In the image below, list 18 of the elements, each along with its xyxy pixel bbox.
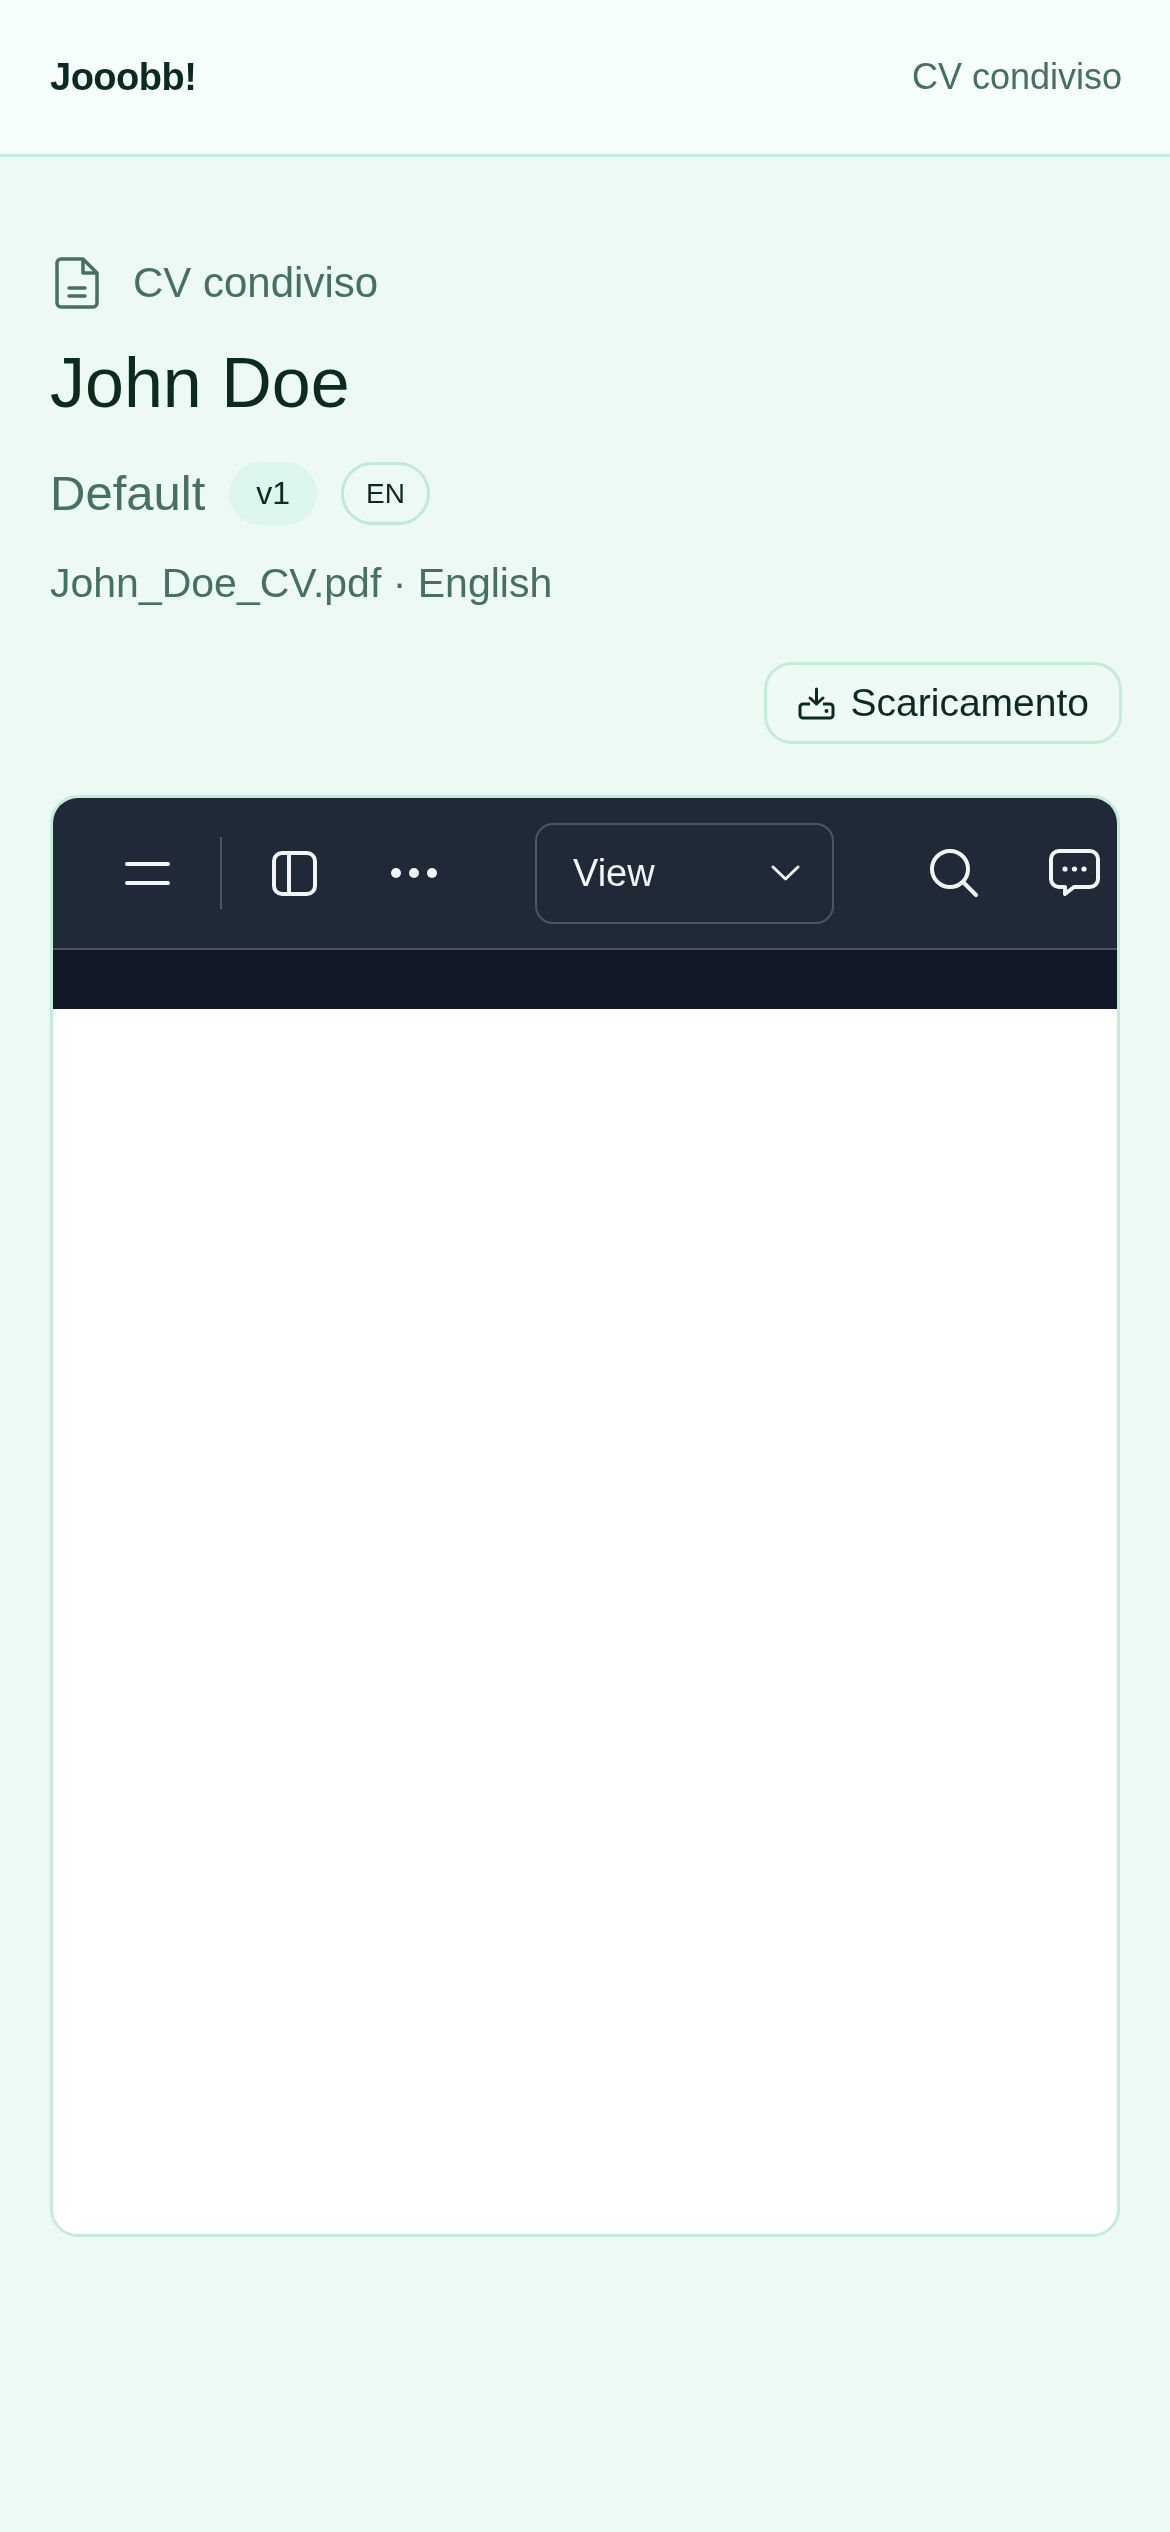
section-label: CV condiviso [133,258,379,308]
version-name: Default [50,465,206,522]
logo-text[interactable]: Jooobb! [50,55,197,99]
comment-icon[interactable] [1049,849,1100,897]
view-dropdown[interactable]: View [535,822,834,924]
menu-icon[interactable] [125,860,170,886]
download-icon [797,686,835,720]
chevron-down-icon [771,865,800,881]
search-icon[interactable] [929,848,979,898]
document-icon [53,257,101,309]
language-tag: EN [341,462,430,525]
sidebar-toggle-icon[interactable] [272,850,317,896]
file-info: John_Doe_CV.pdf · English [50,559,554,608]
page-title: CV condiviso [911,56,1122,98]
download-button[interactable]: Scaricamento [763,662,1122,744]
more-options-icon[interactable] [391,868,437,878]
candidate-name: John Doe [50,343,351,423]
version-tag: v1 [229,462,318,525]
